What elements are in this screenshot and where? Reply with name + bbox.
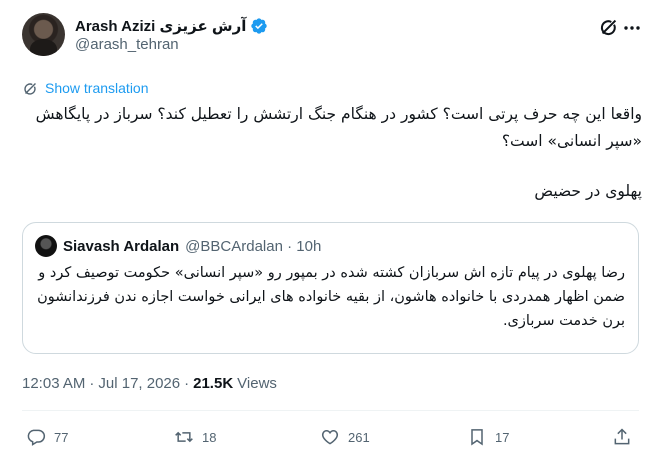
show-translation-label: Show translation (45, 80, 149, 96)
more-icon[interactable] (622, 20, 642, 36)
reply-button[interactable]: 77 (26, 426, 68, 448)
bookmark-count: 17 (495, 429, 510, 445)
views-label: Views (237, 374, 277, 392)
author-handle[interactable]: @arash_tehran (75, 36, 179, 53)
quoted-tweet-text: رضا پهلوی در پیام تازه اش سربازان کشته ش… (37, 265, 625, 329)
grok-icon[interactable] (598, 16, 620, 38)
repost-button[interactable]: 18 (174, 426, 216, 448)
share-icon (614, 428, 630, 445)
tweet-time[interactable]: 12:03 AM (22, 375, 85, 392)
quoted-time: 10h (296, 237, 322, 255)
quoted-tweet[interactable]: Siavash Ardalan @BBCArdalan · 10h رضا په… (22, 222, 639, 354)
like-icon (321, 429, 339, 445)
quoted-author-name: Siavash Ardalan (63, 237, 180, 255)
reply-count: 77 (54, 429, 69, 445)
like-count: 261 (348, 429, 370, 445)
reply-icon (27, 429, 46, 446)
retweet-icon (175, 431, 193, 443)
bookmark-icon (471, 429, 483, 446)
translate-icon (24, 82, 36, 95)
quoted-separator: · (282, 237, 297, 255)
author-display-name[interactable]: Arash Azizi آرش عزیزی (75, 17, 246, 35)
verified-badge-icon[interactable] (250, 17, 268, 35)
quoted-author-handle: @BBCArdalan (185, 237, 283, 255)
author-name-row: Arash Azizi آرش عزیزی (75, 16, 268, 36)
author-avatar[interactable] (22, 13, 65, 56)
show-translation-link[interactable]: Show translation (22, 78, 149, 98)
meta-separator: · (184, 374, 190, 392)
action-bar: 77 18 261 17 (22, 426, 639, 450)
bookmark-button[interactable]: 17 (467, 426, 509, 448)
divider (22, 410, 639, 411)
quoted-tweet-header: Siavash Ardalan @BBCArdalan · 10h (35, 235, 321, 257)
tweet-text-second-paragraph: پهلوی در حضیض (534, 182, 642, 200)
repost-count: 18 (202, 429, 217, 445)
share-button[interactable] (612, 426, 640, 448)
tweet-text: واقعا این چه حرف پرتی است؟ کشور در هنگام… (35, 105, 642, 150)
tweet-metadata: 12:03 AM · Jul 17, 2026 · 21.5K Views (22, 372, 277, 394)
like-button[interactable]: 261 (320, 426, 370, 448)
tweet-header: Arash Azizi آرش عزیزی @arash_tehran (22, 12, 642, 62)
meta-separator: · (89, 374, 95, 392)
tweet-date[interactable]: Jul 17, 2026 (98, 375, 180, 392)
quoted-author-avatar (35, 235, 57, 257)
views-count: 21.5K (193, 374, 234, 392)
